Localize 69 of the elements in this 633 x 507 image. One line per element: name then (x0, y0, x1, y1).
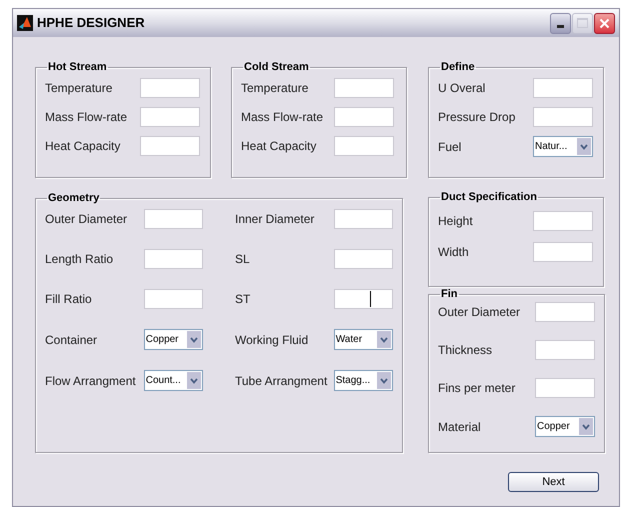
dropdown[interactable]: Water (334, 329, 393, 350)
input-field[interactable] (535, 340, 595, 360)
input-field[interactable] (535, 302, 595, 322)
field-label: Mass Flow-rate (45, 109, 128, 126)
group-title: Hot Stream (47, 61, 108, 73)
close-button[interactable] (594, 12, 615, 34)
window-title: HPHE DESIGNER (37, 14, 145, 32)
field-label: Inner Diameter (235, 211, 316, 228)
field-label: Temperature (241, 80, 310, 97)
caret-icon (377, 372, 391, 389)
caret-icon (577, 138, 591, 155)
field-label: Fuel (438, 138, 462, 156)
field-label: Thickness (438, 342, 494, 359)
input-field[interactable] (533, 78, 593, 98)
input-field[interactable] (140, 136, 200, 156)
field-label: Heat Capacity (241, 138, 318, 155)
input-field[interactable] (140, 78, 200, 98)
field-label: Width (438, 244, 470, 261)
field-label: Height (438, 213, 474, 230)
input-field[interactable] (334, 107, 394, 127)
caret-icon (187, 331, 201, 348)
field-label: Length Ratio (45, 251, 114, 268)
field-label: Fill Ratio (45, 291, 93, 308)
input-field[interactable] (334, 136, 394, 156)
logo-icon (17, 15, 33, 31)
text-cursor (370, 291, 371, 307)
field-label: Outer Diameter (45, 211, 128, 228)
input-field[interactable] (535, 378, 595, 398)
field-label: Tube Arrangment (235, 372, 328, 390)
dropdown[interactable]: Copper (535, 416, 595, 437)
group-title: Geometry (47, 192, 100, 204)
group-title: Duct Specification (440, 191, 538, 203)
minimize-button[interactable] (550, 12, 571, 34)
dropdown[interactable]: Natur... (533, 136, 593, 157)
field-label: Flow Arrangment (45, 372, 137, 390)
field-label: Pressure Drop (438, 109, 516, 126)
input-field[interactable] (140, 107, 200, 127)
field-label: Fins per meter (438, 380, 516, 397)
dropdown[interactable]: Copper (144, 329, 203, 350)
field-label: Outer Diameter (438, 304, 522, 321)
field-label: Material (438, 418, 482, 436)
group-title: Fin (440, 288, 458, 300)
input-field[interactable] (334, 289, 393, 309)
dropdown[interactable]: Stagg... (334, 370, 393, 391)
input-field[interactable] (144, 289, 203, 309)
caret-icon (579, 418, 593, 435)
field-label: ST (235, 291, 252, 308)
input-field[interactable] (334, 78, 394, 98)
input-field[interactable] (533, 107, 593, 127)
field-label: U Overal (438, 80, 486, 97)
input-field[interactable] (144, 249, 203, 269)
dropdown[interactable]: Count... (144, 370, 203, 391)
input-field[interactable] (533, 211, 593, 231)
caret-icon (377, 331, 391, 348)
input-field[interactable] (144, 209, 203, 229)
field-label: Temperature (45, 80, 114, 97)
close-icon (599, 18, 610, 28)
field-label: Heat Capacity (45, 138, 122, 155)
field-label: Container (45, 332, 98, 348)
input-field[interactable] (334, 209, 393, 229)
next-button[interactable]: Next (508, 472, 599, 492)
field-label: Mass Flow-rate (241, 109, 324, 126)
group-title: Cold Stream (243, 61, 310, 73)
caret-icon (187, 372, 201, 389)
group-title: Define (440, 61, 476, 73)
field-label: SL (235, 251, 251, 268)
field-label: Working Fluid (235, 332, 310, 348)
input-field[interactable] (533, 242, 593, 262)
input-field[interactable] (334, 249, 393, 269)
